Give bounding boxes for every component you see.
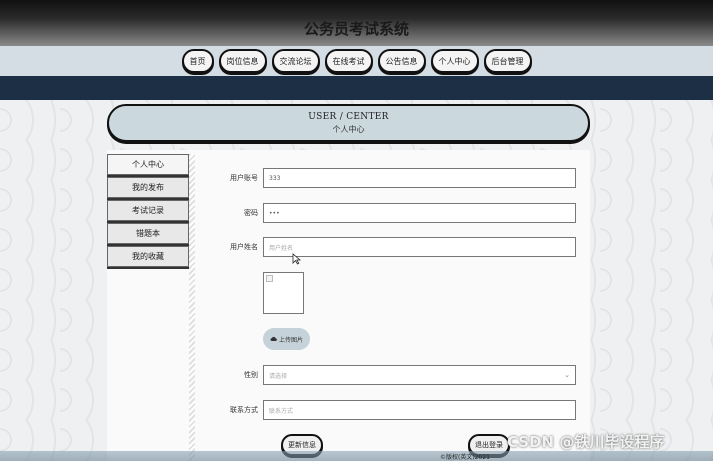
nav-online-exam[interactable]: 在线考试 [324, 49, 373, 73]
footer-bar [0, 451, 713, 461]
name-row: 用户姓名 用户姓名 [200, 237, 576, 257]
gender-select[interactable]: 请选择 ⌄ [263, 365, 576, 385]
password-row: 密码 ••• [200, 203, 576, 223]
nav-forum[interactable]: 交流论坛 [271, 49, 320, 73]
upload-image-button[interactable]: 上传图片 [263, 328, 310, 350]
nav-admin[interactable]: 后台管理 [483, 49, 532, 73]
contact-row: 联系方式 联系方式 [200, 400, 576, 420]
mouse-cursor-icon [292, 253, 302, 265]
csdn-watermark: CSDN @铁川毕设程序 [507, 433, 665, 451]
account-row: 用户账号 333 [200, 168, 576, 188]
banner-title-zh: 个人中心 [332, 125, 365, 134]
banner-title-en: USER / CENTER [308, 112, 389, 122]
chevron-down-icon: ⌄ [564, 371, 570, 379]
nav-home[interactable]: 首页 [181, 49, 214, 73]
header-divider-band [0, 76, 713, 100]
sidebar-item-favorites[interactable]: 我的收藏 [107, 246, 189, 267]
cloud-upload-icon [270, 336, 277, 342]
main-nav: 首页 岗位信息 交流论坛 在线考试 公告信息 个人中心 后台管理 [0, 46, 713, 76]
site-title: 公务员考试系统 [303, 20, 409, 38]
page-banner: USER / CENTER 个人中心 [107, 104, 590, 142]
account-label: 用户账号 [230, 174, 258, 182]
broken-image-icon [266, 275, 273, 282]
sidebar-item-user-center[interactable]: 个人中心 [107, 154, 189, 175]
gender-label: 性别 [244, 371, 258, 379]
contact-input[interactable]: 联系方式 [263, 400, 576, 420]
gender-row: 性别 请选择 ⌄ [200, 365, 576, 385]
password-label: 密码 [244, 209, 258, 217]
nav-announcements[interactable]: 公告信息 [377, 49, 426, 73]
nav-positions[interactable]: 岗位信息 [218, 49, 267, 73]
sidebar-item-my-posts[interactable]: 我的发布 [107, 177, 189, 198]
gender-select-placeholder: 请选择 [269, 372, 288, 380]
sidebar-item-wrong-answers[interactable]: 错题本 [107, 223, 189, 244]
avatar-preview [263, 272, 304, 314]
contact-label: 联系方式 [230, 406, 258, 414]
sidebar-item-exam-records[interactable]: 考试记录 [107, 200, 189, 221]
upload-image-label: 上传图片 [278, 336, 303, 344]
account-input[interactable]: 333 [263, 168, 576, 188]
footer-copyright: ©版权(英文)2021 [440, 454, 490, 461]
name-input[interactable]: 用户姓名 [263, 237, 576, 257]
password-input[interactable]: ••• [263, 203, 576, 223]
name-label: 用户姓名 [230, 243, 258, 251]
sidebar-divider [189, 154, 195, 461]
nav-user-center[interactable]: 个人中心 [430, 49, 479, 73]
sidebar: 个人中心 我的发布 考试记录 错题本 我的收藏 [107, 154, 189, 267]
